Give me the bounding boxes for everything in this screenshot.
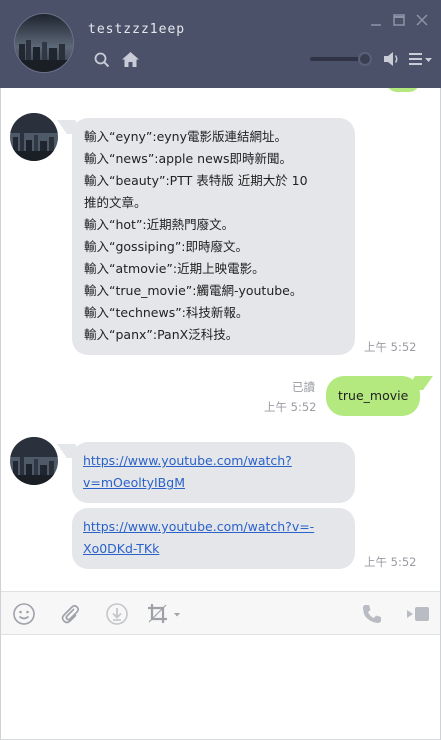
crop-icon[interactable]: [146, 603, 184, 625]
message-line: 輸入“atmovie”:近期上映電影。: [84, 261, 265, 276]
phone-icon[interactable]: [360, 603, 384, 625]
sender-avatar[interactable]: [10, 437, 58, 485]
message-list[interactable]: 輸入“eyny”:eyny電影版連結網址。 輸入“news”:apple new…: [0, 88, 441, 591]
message-line: 輸入“technews”:科技新報。: [84, 305, 249, 320]
message-line: 輸入“hot”:近期熱門廢文。: [84, 217, 235, 232]
message-bubble-outgoing[interactable]: true_movie: [326, 376, 420, 416]
message-line: 輸入“gossiping”:即時廢文。: [84, 239, 249, 254]
contact-name: testzzz1eep: [88, 22, 186, 37]
youtube-link-1-cont[interactable]: v=mOeoltyIBgM: [83, 472, 355, 494]
link-text: v=mOeoltyIBgM: [83, 475, 185, 490]
link-text: https://www.youtube.com/watch?: [83, 453, 292, 468]
message-line: 輸入“eyny”:eyny電影版連結網址。: [84, 129, 287, 144]
home-icon[interactable]: [120, 50, 140, 68]
link-text: https://www.youtube.com/watch?v=-: [83, 519, 315, 534]
sender-avatar[interactable]: [10, 113, 58, 161]
read-receipt: 已讀: [292, 380, 315, 394]
message-line: 輸入“true_movie”:觸電網-youtube。: [84, 283, 303, 298]
youtube-link-2[interactable]: https://www.youtube.com/watch?v=-: [83, 516, 355, 538]
menu-icon[interactable]: [408, 50, 434, 68]
input-toolbar: [0, 591, 441, 635]
close-icon[interactable]: [414, 12, 430, 28]
message-bubble-commands[interactable]: 輸入“eyny”:eyny電影版連結網址。 輸入“news”:apple new…: [72, 118, 355, 355]
youtube-link-1[interactable]: https://www.youtube.com/watch?: [83, 450, 355, 472]
message-timestamp: 上午 5:52: [364, 555, 417, 569]
paperclip-icon[interactable]: [58, 603, 82, 625]
message-timestamp: 上午 5:52: [264, 400, 317, 414]
link-text: Xo0DKd-TKk: [83, 541, 160, 556]
download-icon[interactable]: [105, 603, 129, 625]
minimize-icon[interactable]: [368, 12, 384, 28]
message-line: 輸入“beauty”:PTT 表特版 近期大於 10: [84, 173, 308, 188]
previous-message-bubble: [386, 88, 420, 92]
speaker-icon[interactable]: [383, 50, 401, 68]
message-line: 輸入“news”:apple news即時新聞。: [84, 151, 293, 166]
youtube-link-2-cont[interactable]: Xo0DKd-TKk: [83, 538, 355, 560]
message-bubble-link[interactable]: https://www.youtube.com/watch? v=mOeolty…: [72, 442, 355, 503]
message-timestamp: 上午 5:52: [364, 340, 417, 354]
volume-slider-thumb[interactable]: [358, 52, 372, 66]
message-line: 輸入“panx”:PanX泛科技。: [84, 327, 239, 342]
emoji-icon[interactable]: [12, 603, 36, 625]
contact-avatar[interactable]: [14, 13, 74, 73]
message-text: true_movie: [338, 388, 409, 403]
message-input[interactable]: [0, 635, 441, 740]
chat-header: testzzz1eep: [0, 0, 441, 88]
message-bubble-link[interactable]: https://www.youtube.com/watch?v=- Xo0DKd…: [72, 508, 355, 569]
search-icon[interactable]: [93, 51, 111, 69]
video-icon[interactable]: [404, 603, 432, 625]
window-border-left: [0, 88, 1, 740]
maximize-icon[interactable]: [391, 12, 407, 28]
message-line: 推的文章。: [84, 195, 147, 210]
